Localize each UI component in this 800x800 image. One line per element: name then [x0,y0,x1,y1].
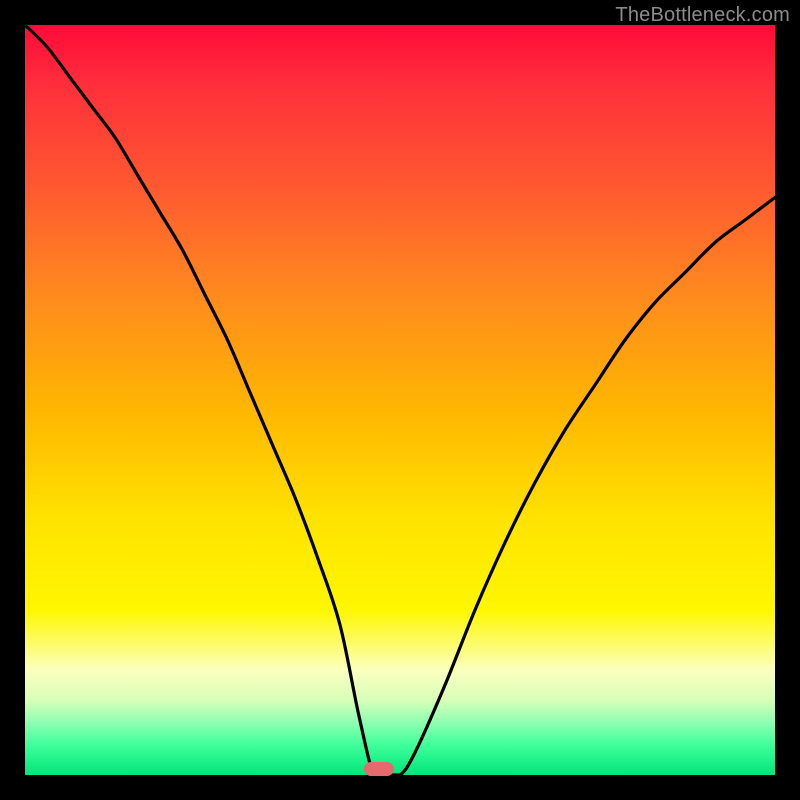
optimal-point-marker [364,762,394,776]
chart-frame: TheBottleneck.com [0,0,800,800]
plot-area [25,25,775,775]
curve-svg [25,25,775,775]
bottleneck-curve [25,25,775,779]
watermark-text: TheBottleneck.com [615,4,790,27]
